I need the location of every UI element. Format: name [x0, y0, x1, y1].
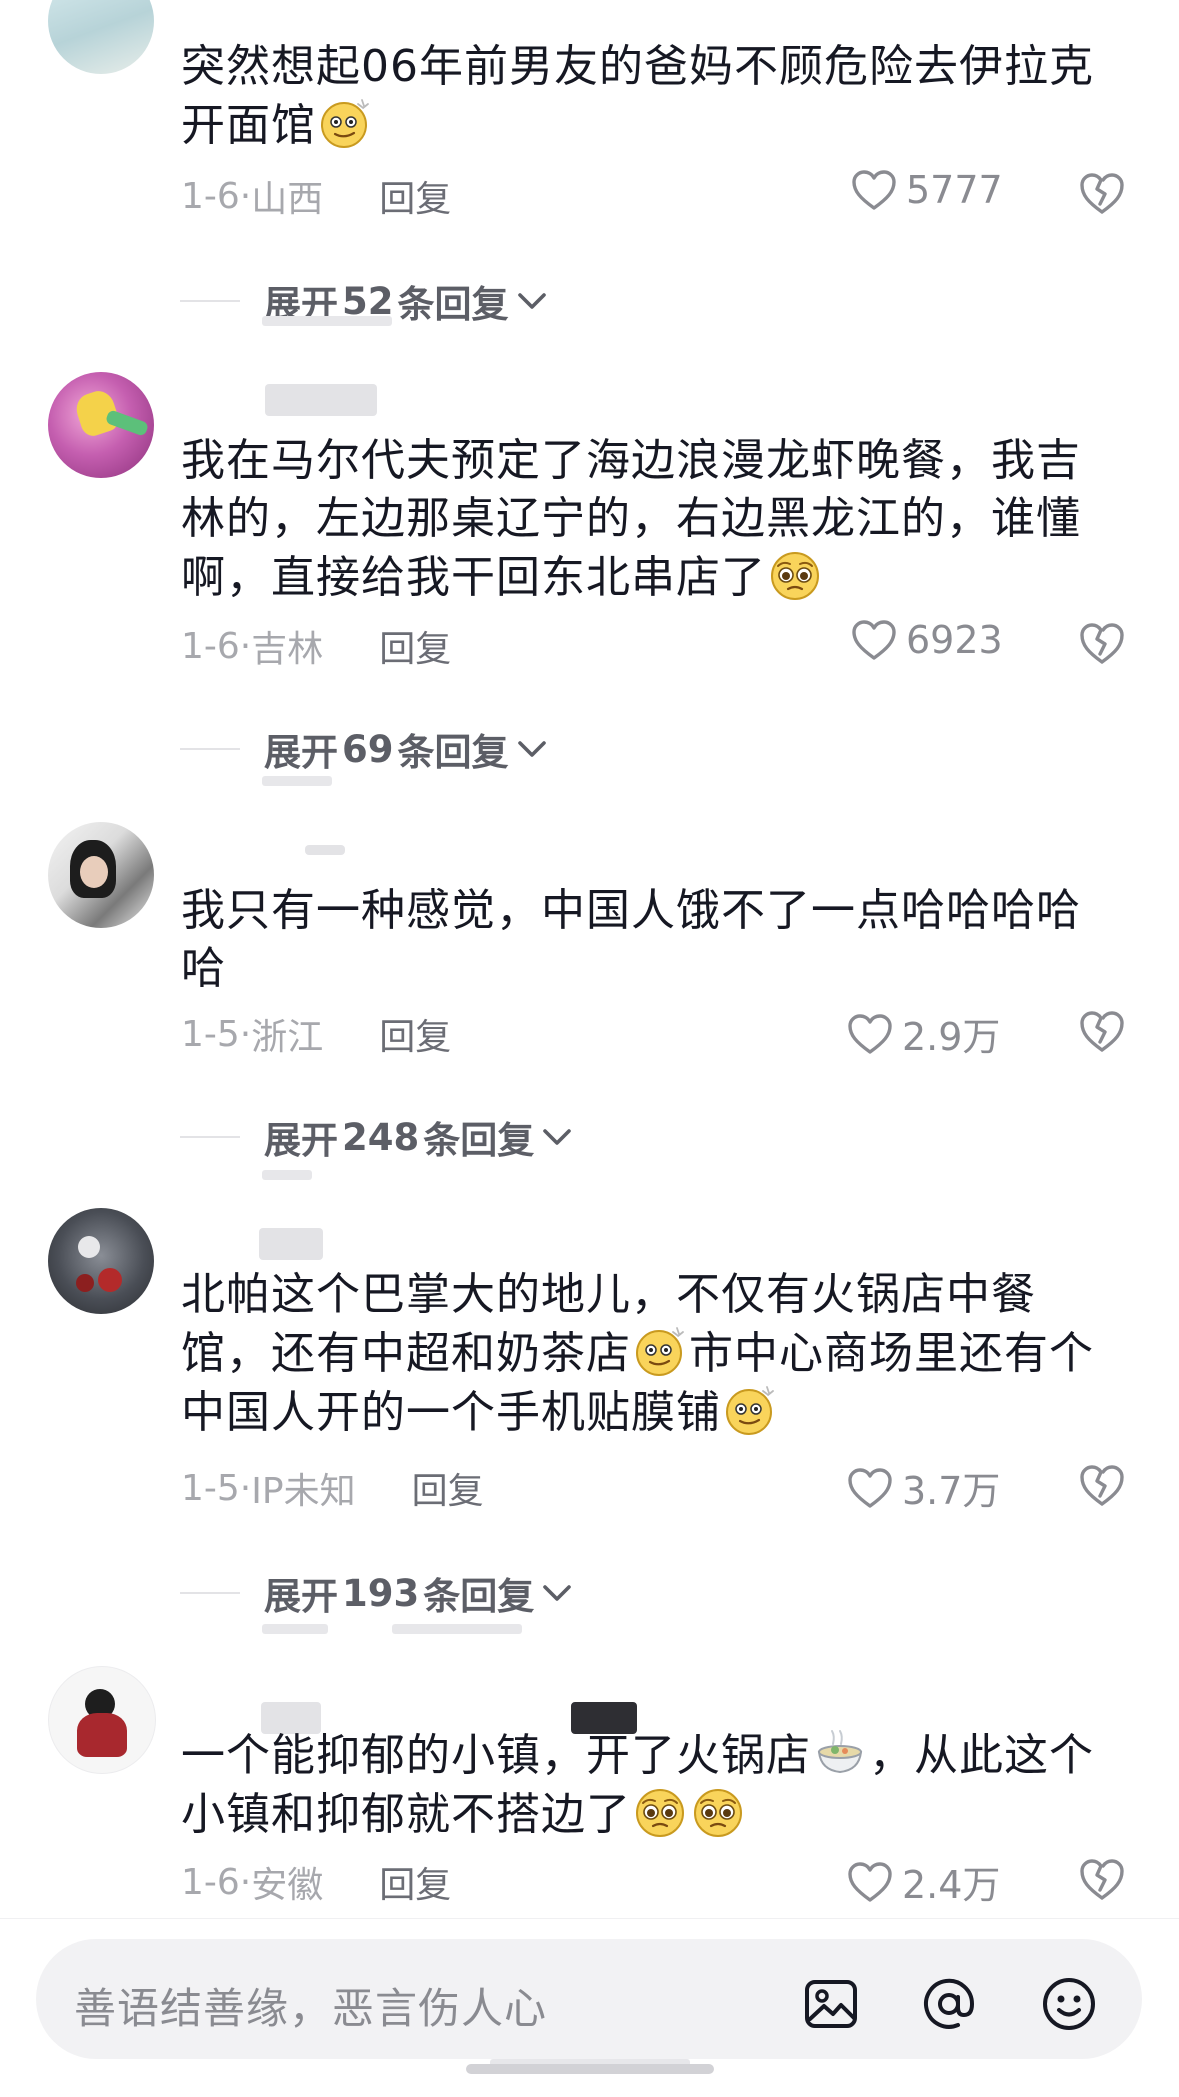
- expand-suffix: 条回复: [397, 283, 509, 326]
- avatar[interactable]: [48, 822, 154, 928]
- comment-text: 我在马尔代夫预定了海边浪漫龙虾晚餐，我吉林的，左边那桌辽宁的，右边黑龙江的，谁懂…: [181, 435, 1081, 603]
- comment-input-placeholder[interactable]: 善语结善缘，恶言伤人心: [74, 1975, 547, 2036]
- like-count: 3.7万: [902, 1469, 1001, 1513]
- like-button[interactable]: 2.4万: [846, 1854, 1006, 1909]
- heart-outline-icon: [850, 618, 898, 662]
- blurred-name: [305, 845, 345, 855]
- like-button[interactable]: 2.9万: [846, 1006, 1006, 1061]
- dizzy-face-emoji-icon: [318, 96, 372, 150]
- comment-location: 浙江: [251, 1017, 324, 1058]
- comment-text: 北帕这个巴掌大的地儿，不仅有火锅店中餐馆，还有中超和奶茶店 市中心商场里还有个中国…: [181, 1269, 1094, 1438]
- heart-outline-icon: [846, 1012, 894, 1056]
- expand-prefix: 展开: [264, 1119, 338, 1162]
- smiley-icon[interactable]: [1040, 1975, 1098, 2033]
- broken-heart-icon[interactable]: [1078, 1856, 1126, 1902]
- username-blurred: [181, 832, 345, 868]
- blur-smudge: [262, 316, 392, 326]
- reply-button[interactable]: 回复: [379, 170, 451, 222]
- comment-location: 山西: [251, 179, 324, 220]
- divider: [180, 748, 240, 750]
- comment-date: 1-6·: [181, 625, 252, 667]
- blur-smudge: [262, 776, 332, 786]
- comment-location: IP未知: [251, 1471, 356, 1512]
- comment-meta: 1-6· 山西 回复: [181, 170, 451, 222]
- comment-date: 1-5·: [181, 1467, 252, 1509]
- blurred-name: [265, 384, 377, 416]
- username-blurred: [181, 382, 377, 418]
- pleading-face-emoji-icon: [691, 1785, 745, 1839]
- avatar[interactable]: [48, 0, 154, 74]
- expand-replies-button[interactable]: 展开 69 条回复: [180, 722, 549, 776]
- expand-replies-button[interactable]: 展开 193 条回复: [180, 1566, 574, 1620]
- pleading-face-emoji-icon: [633, 1785, 687, 1839]
- comment-date: 1-6·: [181, 1861, 252, 1903]
- like-count: 2.4万: [902, 1863, 1001, 1907]
- expand-prefix: 展开: [264, 1575, 338, 1618]
- broken-heart-icon[interactable]: [1078, 1008, 1126, 1054]
- chevron-down-icon: [540, 1581, 574, 1605]
- like-count: 6923: [906, 618, 1003, 662]
- divider: [180, 1136, 240, 1138]
- chevron-down-icon: [515, 289, 549, 313]
- home-indicator: [466, 2064, 714, 2074]
- comment-meta: 1-5· IP未知 回复: [181, 1462, 484, 1514]
- at-icon[interactable]: [920, 1975, 978, 2033]
- comment-input[interactable]: 善语结善缘，恶言伤人心: [36, 1939, 1142, 2059]
- comment-meta: 1-6· 吉林 回复: [181, 620, 451, 672]
- expand-count: 69: [342, 727, 394, 771]
- chevron-down-icon: [515, 737, 549, 761]
- like-button[interactable]: 3.7万: [846, 1460, 1006, 1515]
- broken-heart-icon[interactable]: [1078, 1462, 1126, 1508]
- chevron-down-icon: [540, 1125, 574, 1149]
- dizzy-face-emoji-icon: [633, 1324, 687, 1378]
- blur-smudge: [262, 1170, 312, 1180]
- comment-location: 吉林: [251, 629, 324, 670]
- dizzy-face-emoji-icon: [723, 1383, 777, 1437]
- comment-date: 1-6·: [181, 175, 252, 217]
- broken-heart-icon[interactable]: [1078, 170, 1126, 216]
- comment-text: 一个能抑郁的小镇，开了火锅店 ，从此这个小镇和抑郁就不搭边了: [181, 1726, 1101, 1844]
- like-button[interactable]: 6923: [850, 618, 1010, 662]
- expand-suffix: 条回复: [423, 1575, 535, 1618]
- comment-date: 1-5·: [181, 1013, 252, 1055]
- like-count: 5777: [906, 168, 1003, 212]
- avatar[interactable]: [48, 372, 154, 478]
- heart-outline-icon: [846, 1860, 894, 1904]
- blur-smudge: [262, 1624, 328, 1634]
- heart-outline-icon: [846, 1466, 894, 1510]
- reply-button[interactable]: 回复: [379, 1008, 451, 1060]
- username-blurred: [181, 1226, 323, 1262]
- expand-count: 248: [342, 1115, 420, 1159]
- avatar[interactable]: [48, 1208, 154, 1314]
- comment-meta: 1-5· 浙江 回复: [181, 1008, 451, 1060]
- comment-meta: 1-6· 安徽 回复: [181, 1856, 451, 1908]
- expand-replies-button[interactable]: 展开 248 条回复: [180, 1110, 574, 1164]
- divider: [180, 300, 240, 302]
- avatar[interactable]: [48, 1666, 156, 1774]
- pleading-face-emoji-icon: [768, 548, 822, 602]
- heart-outline-icon: [850, 168, 898, 212]
- reply-button[interactable]: 回复: [412, 1462, 484, 1514]
- comment-text: 突然想起06年前男友的爸妈不顾危险去伊拉克开面馆: [181, 41, 1094, 151]
- blurred-name: [259, 1228, 323, 1260]
- comment-location: 安徽: [251, 1865, 324, 1906]
- comment-text: 我只有一种感觉，中国人饿不了一点哈哈哈哈哈: [181, 885, 1081, 994]
- reply-button[interactable]: 回复: [379, 620, 451, 672]
- image-icon[interactable]: [802, 1975, 860, 2033]
- blur-smudge: [392, 1624, 522, 1634]
- like-button[interactable]: 5777: [850, 168, 1010, 212]
- broken-heart-icon[interactable]: [1078, 620, 1126, 666]
- expand-count: 193: [342, 1571, 420, 1615]
- expand-prefix: 展开: [264, 731, 338, 774]
- noodle-bowl-emoji-icon: [813, 1726, 867, 1780]
- divider: [180, 1592, 240, 1594]
- expand-suffix: 条回复: [397, 731, 509, 774]
- expand-suffix: 条回复: [423, 1119, 535, 1162]
- reply-button[interactable]: 回复: [379, 1856, 451, 1908]
- like-count: 2.9万: [902, 1015, 1001, 1059]
